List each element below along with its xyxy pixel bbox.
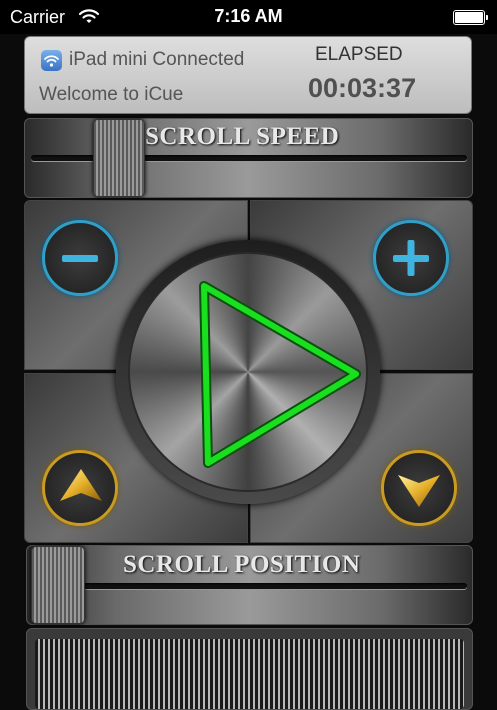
status-time: 7:16 AM — [214, 6, 283, 26]
wifi-badge-icon — [41, 50, 62, 71]
arrow-down-icon — [398, 475, 440, 507]
scroll-position-track[interactable] — [37, 583, 467, 589]
grill-lines — [35, 639, 464, 709]
minus-icon — [62, 255, 98, 262]
decrease-speed-button[interactable] — [42, 220, 118, 296]
elapsed-label: ELAPSED — [315, 44, 403, 65]
plus-icon — [393, 240, 429, 276]
connection-info-panel: iPad mini Connected Welcome to iCue ELAP… — [24, 36, 472, 114]
scroll-up-button[interactable] — [42, 450, 118, 526]
battery-icon — [453, 10, 488, 25]
play-icon — [199, 281, 361, 468]
scroll-position-label: SCROLL POSITION — [123, 551, 361, 578]
increase-speed-button[interactable] — [373, 220, 449, 296]
scroll-speed-panel: SCROLL SPEED — [24, 118, 473, 198]
scroll-position-panel: SCROLL POSITION — [26, 545, 473, 625]
scroll-speed-thumb[interactable] — [93, 119, 145, 197]
elapsed-timer: 00:03:37 — [308, 73, 417, 103]
scroll-speed-label: SCROLL SPEED — [145, 123, 340, 150]
play-button[interactable] — [128, 252, 368, 492]
status-bar: Carrier 7:16 AM — [0, 0, 497, 34]
welcome-message: Welcome to iCue — [39, 84, 184, 105]
arrow-up-icon — [60, 469, 102, 501]
scroll-down-button[interactable] — [381, 450, 457, 526]
scroll-position-thumb[interactable] — [31, 546, 85, 624]
connection-status: iPad mini Connected — [69, 49, 245, 70]
bottom-grill — [26, 628, 473, 710]
